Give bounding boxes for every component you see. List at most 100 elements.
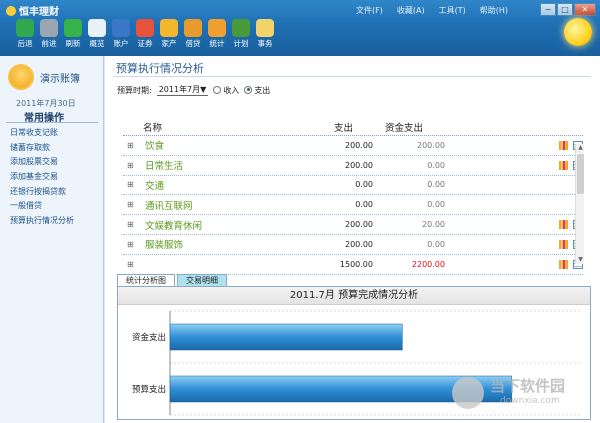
scroll-up-icon[interactable]: ▲	[576, 144, 585, 152]
expand-icon[interactable]: ⊞	[127, 180, 135, 189]
app-title-text: 恒丰理财	[19, 7, 59, 18]
bar-chart-icon[interactable]	[559, 259, 568, 269]
forward-icon	[40, 19, 58, 37]
assets-button[interactable]: 家产	[158, 19, 180, 49]
securities-button[interactable]: 证券	[134, 19, 156, 49]
app-logo-icon	[6, 6, 16, 16]
op-add-stock-trade[interactable]: 添加股票交易	[10, 155, 74, 170]
menu-help[interactable]: 帮助(H)	[480, 5, 508, 16]
fund-expense-value: 0.00	[427, 160, 445, 170]
affairs-button[interactable]: 事务	[254, 19, 276, 49]
scroll-down-icon[interactable]: ▼	[576, 256, 585, 264]
accounts-button[interactable]: 账户	[110, 19, 132, 49]
tab-transaction-details[interactable]: 交易明细	[177, 274, 227, 286]
table-row[interactable]: ⊞ 服装服饰 200.00 0.00	[123, 235, 583, 255]
people-icon	[184, 19, 202, 37]
op-budget-analysis[interactable]: 预算执行情况分析	[10, 214, 74, 229]
bar-chart-icon[interactable]	[559, 239, 568, 249]
loans-button[interactable]: 借贷	[182, 19, 204, 49]
accounts-icon	[112, 19, 130, 37]
title-bar: 恒丰理财 文件(F) 收藏(A) 工具(T) 帮助(H) − □ ✕ 后退 前进…	[0, 0, 600, 56]
table-row[interactable]: ⊞ 1500.00 2200.00	[123, 255, 583, 275]
divider	[6, 122, 98, 123]
app-title: 恒丰理财	[6, 3, 59, 18]
fund-expense-value: 0.00	[427, 180, 445, 190]
table-header: 名称 支出 资金支出	[123, 118, 583, 136]
watermark-text: 当下软件园	[490, 377, 566, 395]
chart-icon	[208, 19, 226, 37]
securities-icon	[136, 19, 154, 37]
expense-value: 200.00	[345, 239, 373, 249]
table-row[interactable]: ⊞ 交通 0.00 0.00	[123, 176, 583, 196]
tab-statistics-chart[interactable]: 统计分析图	[117, 274, 175, 286]
radio-income-circle	[213, 85, 222, 94]
radio-expense[interactable]: 支出	[244, 85, 270, 96]
table-row[interactable]: ⊞ 饮食 200.00 200.00	[123, 136, 583, 156]
fund-expense-value: 0.00	[427, 239, 445, 249]
scroll-thumb[interactable]	[577, 154, 584, 194]
category-name: 交通	[145, 180, 165, 192]
expand-icon[interactable]: ⊞	[127, 240, 135, 249]
bar-chart-icon[interactable]	[559, 140, 568, 150]
op-repay-mortgage[interactable]: 还银行按揭贷款	[10, 185, 74, 200]
refresh-button[interactable]: 刷新	[62, 19, 84, 49]
expense-value: 1500.00	[339, 259, 373, 269]
budget-filter: 预算时期: 2011年7月▼ 收入 支出	[117, 84, 270, 96]
table-row[interactable]: ⊞ 通讯互联网 0.00 0.00	[123, 195, 583, 216]
radio-income[interactable]: 收入	[213, 85, 239, 96]
maximize-button[interactable]: □	[557, 3, 573, 16]
back-icon	[16, 19, 34, 37]
expand-icon[interactable]: ⊞	[127, 141, 135, 150]
menu-tools[interactable]: 工具(T)	[439, 5, 466, 16]
period-select[interactable]: 2011年7月▼	[156, 84, 209, 96]
table-body: ⊞ 饮食 200.00 200.00 ⊞ 日常生活 200.00 0.00 ⊞ 交通 0.00 0.0…	[123, 136, 583, 278]
table-scrollbar[interactable]: ▲ ▼	[575, 144, 584, 264]
category-name: 文娱教育休闲	[145, 220, 203, 232]
expense-value: 200.00	[345, 220, 373, 230]
current-date: 2011年7月30日	[16, 99, 76, 108]
category-name: 饮食	[145, 141, 165, 153]
menu-bar: 文件(F) 收藏(A) 工具(T) 帮助(H)	[356, 5, 508, 16]
chart-title: 2011.7月 预算完成情况分析	[118, 287, 590, 305]
menu-file[interactable]: 文件(F)	[356, 5, 383, 16]
expand-icon[interactable]: ⊞	[127, 161, 135, 170]
op-general-loan[interactable]: 一般借贷	[10, 199, 74, 214]
menu-favorites[interactable]: 收藏(A)	[397, 5, 425, 16]
overview-button[interactable]: 概览	[86, 19, 108, 49]
header-fund-expense: 资金支出	[384, 122, 423, 134]
statistics-button[interactable]: 统计	[206, 19, 228, 49]
account-name: 演示账簿	[40, 73, 80, 85]
expand-icon[interactable]: ⊞	[127, 200, 135, 209]
overview-icon	[88, 19, 106, 37]
common-operations-list: 日常收支记账 储蓄存取款 添加股票交易 添加基金交易 还银行按揭贷款 一般借贷 …	[10, 126, 74, 229]
op-add-fund-trade[interactable]: 添加基金交易	[10, 170, 74, 185]
op-savings[interactable]: 储蓄存取款	[10, 141, 74, 156]
table-row[interactable]: ⊞ 文娱教育休闲 200.00 20.00	[123, 215, 583, 235]
header-name: 名称	[143, 122, 163, 134]
expense-value: 0.00	[355, 180, 373, 190]
table-row[interactable]: ⊞ 日常生活 200.00 0.00	[123, 156, 583, 176]
category-label-0: 资金支出	[132, 332, 166, 343]
expense-value: 200.00	[345, 140, 373, 150]
fund-expense-value: 2200.00	[411, 259, 445, 269]
period-label: 预算时期:	[117, 85, 152, 95]
expand-icon[interactable]: ⊞	[127, 260, 135, 269]
expense-value: 200.00	[345, 160, 373, 170]
refresh-icon	[64, 19, 82, 37]
account-header[interactable]: 演示账簿	[8, 64, 98, 90]
expand-icon[interactable]: ⊞	[127, 220, 135, 229]
bar-0	[169, 323, 403, 351]
header-expense: 支出	[333, 122, 353, 134]
minimize-button[interactable]: −	[540, 3, 556, 16]
fund-expense-value: 200.00	[417, 140, 445, 150]
fund-expense-value: 20.00	[422, 220, 445, 230]
bar-chart-icon[interactable]	[559, 220, 568, 230]
op-daily-bookkeeping[interactable]: 日常收支记账	[10, 126, 74, 141]
back-button[interactable]: 后退	[14, 19, 36, 49]
forward-button[interactable]: 前进	[38, 19, 60, 49]
window-controls: − □ ✕	[540, 3, 596, 16]
plan-button[interactable]: 计划	[230, 19, 252, 49]
close-button[interactable]: ✕	[574, 3, 596, 16]
bar-chart-icon[interactable]	[559, 160, 568, 170]
category-name: 通讯互联网	[145, 200, 193, 212]
